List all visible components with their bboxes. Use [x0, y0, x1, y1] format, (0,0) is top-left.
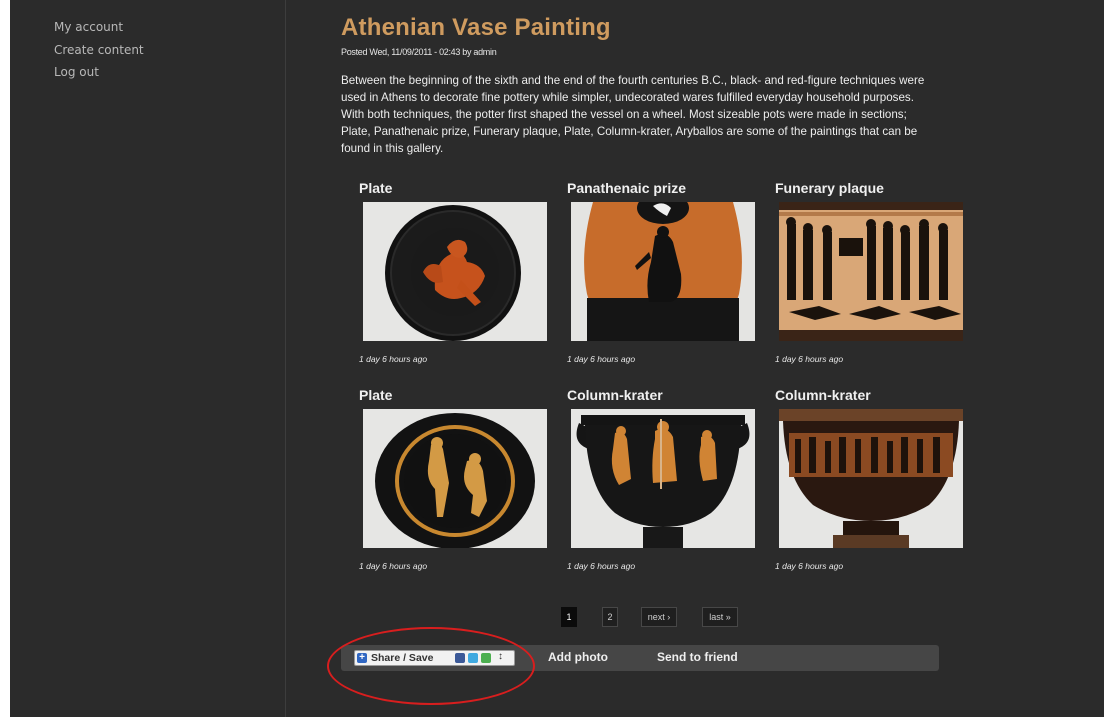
- gallery-item-time: 1 day 6 hours ago: [567, 561, 636, 571]
- page-title[interactable]: Athenian Vase Painting: [341, 14, 611, 42]
- gallery-item-title[interactable]: Plate: [359, 180, 392, 196]
- gallery-item-title[interactable]: Column-krater: [567, 387, 663, 403]
- pager-last[interactable]: last »: [702, 607, 738, 627]
- gallery-item-time: 1 day 6 hours ago: [775, 561, 844, 571]
- gallery-item-time: 1 day 6 hours ago: [567, 354, 636, 364]
- article-body: Between the beginning of the sixth and t…: [341, 74, 925, 155]
- krater-image[interactable]: [571, 409, 755, 548]
- gallery-item-title[interactable]: Plate: [359, 387, 392, 403]
- funerary-plaque-image[interactable]: [779, 202, 963, 341]
- user-menu: My account Create content Log out: [54, 16, 144, 84]
- post-meta: Posted Wed, 11/09/2011 - 02:43 by admin: [341, 47, 497, 57]
- gallery-item-title[interactable]: Funerary plaque: [775, 180, 884, 196]
- gallery-item-title[interactable]: Panathenaic prize: [567, 180, 686, 196]
- gallery-item-time: 1 day 6 hours ago: [359, 354, 428, 364]
- gallery-item-time: 1 day 6 hours ago: [775, 354, 844, 364]
- annotation-circle: [327, 627, 535, 705]
- menu-item-log-out[interactable]: Log out: [54, 61, 144, 84]
- amphora-image[interactable]: [571, 202, 755, 341]
- add-photo-link[interactable]: Add photo: [548, 650, 608, 664]
- send-to-friend-link[interactable]: Send to friend: [657, 650, 738, 664]
- pager-page-2[interactable]: 2: [602, 607, 618, 627]
- pager-current-page: 1: [561, 607, 577, 627]
- menu-item-my-account[interactable]: My account: [54, 16, 144, 39]
- gallery-item-title[interactable]: Column-krater: [775, 387, 871, 403]
- pager-next[interactable]: next ›: [641, 607, 677, 627]
- page-frame: My account Create content Log out Atheni…: [10, 0, 1104, 717]
- sidebar: My account Create content Log out: [10, 0, 286, 717]
- gallery-item-time: 1 day 6 hours ago: [359, 561, 428, 571]
- krater-frieze-image[interactable]: [779, 409, 963, 548]
- figures-plate-image[interactable]: [363, 409, 547, 548]
- menu-item-create-content[interactable]: Create content: [54, 39, 144, 62]
- red-figure-plate-image[interactable]: [363, 202, 547, 341]
